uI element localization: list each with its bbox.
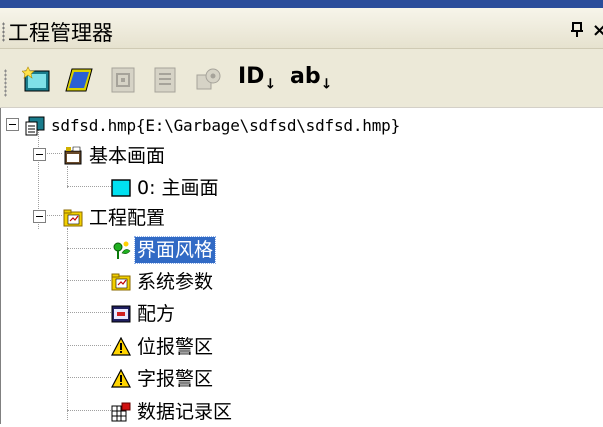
disabled-window-icon	[111, 67, 135, 93]
tree-root-label: sdfsd.hmp{E:\Garbage\sdfsd\sdfsd.hmp}	[51, 116, 401, 135]
collapse-screens-toggle[interactable]	[33, 148, 46, 161]
toolbar-grip[interactable]	[4, 69, 7, 97]
screen-icon	[111, 179, 131, 197]
panel-title: 工程管理器	[8, 21, 113, 45]
project-file-icon	[25, 116, 45, 136]
show-text-button[interactable]: ab↓	[290, 64, 332, 92]
tree-item-word-alarm-label: 字报警区	[137, 368, 214, 390]
panel-title-bar[interactable]: 工程管理器 ×	[0, 8, 603, 49]
tree-item-word-alarm[interactable]: 字报警区	[111, 364, 215, 394]
tree-item-bit-alarm[interactable]: 位报警区	[111, 332, 215, 362]
tree-item-system-params-label: 系统参数	[137, 271, 214, 293]
project-tree: sdfsd.hmp{E:\Garbage\sdfsd\sdfsd.hmp} 基本…	[0, 108, 603, 424]
collapse-root-toggle[interactable]	[6, 118, 19, 131]
disabled-list-icon	[154, 67, 176, 93]
disabled-settings-icon	[196, 68, 221, 90]
tree-item-bit-alarm-label: 位报警区	[137, 336, 214, 358]
tree-item-data-log[interactable]: 数据记录区	[111, 397, 234, 427]
tree-screens-group[interactable]: 基本画面	[63, 141, 167, 171]
show-id-label: ID	[238, 64, 265, 89]
screens-folder-icon	[64, 146, 82, 165]
tree-screens-label: 基本画面	[89, 145, 166, 167]
drag-grip[interactable]	[2, 22, 5, 42]
pin-icon[interactable]	[570, 22, 584, 38]
toolbar: ID↓ ab↓	[0, 49, 603, 108]
tree-screen-0-label: 0: 主画面	[137, 177, 219, 199]
data-log-icon	[111, 402, 131, 422]
open-window-icon[interactable]	[64, 65, 94, 95]
tree-item-recipe-label: 配方	[137, 303, 176, 325]
ui-style-icon	[113, 241, 131, 259]
tree-root[interactable]: sdfsd.hmp{E:\Garbage\sdfsd\sdfsd.hmp}	[25, 111, 402, 141]
tree-item-system-params[interactable]: 系统参数	[111, 267, 215, 297]
tree-item-data-log-label: 数据记录区	[137, 401, 233, 423]
tree-item-ui-style-label: 界面风格	[133, 236, 217, 264]
close-icon[interactable]: ×	[592, 20, 603, 41]
tree-config-label: 工程配置	[89, 207, 166, 229]
tree-item-ui-style[interactable]: 界面风格	[111, 235, 217, 265]
warning-icon	[111, 369, 131, 388]
new-screen-icon[interactable]	[22, 65, 52, 95]
show-text-label: ab	[290, 64, 321, 89]
system-params-icon	[111, 273, 131, 291]
collapse-config-toggle[interactable]	[33, 210, 46, 223]
config-folder-icon	[63, 209, 83, 227]
recipe-icon	[111, 305, 131, 323]
window-top-strip	[0, 0, 603, 8]
show-id-button[interactable]: ID↓	[238, 64, 276, 92]
tree-config-group[interactable]: 工程配置	[63, 203, 167, 233]
tree-item-recipe[interactable]: 配方	[111, 299, 177, 329]
warning-icon	[111, 337, 131, 356]
tree-screen-0[interactable]: 0: 主画面	[111, 173, 221, 203]
